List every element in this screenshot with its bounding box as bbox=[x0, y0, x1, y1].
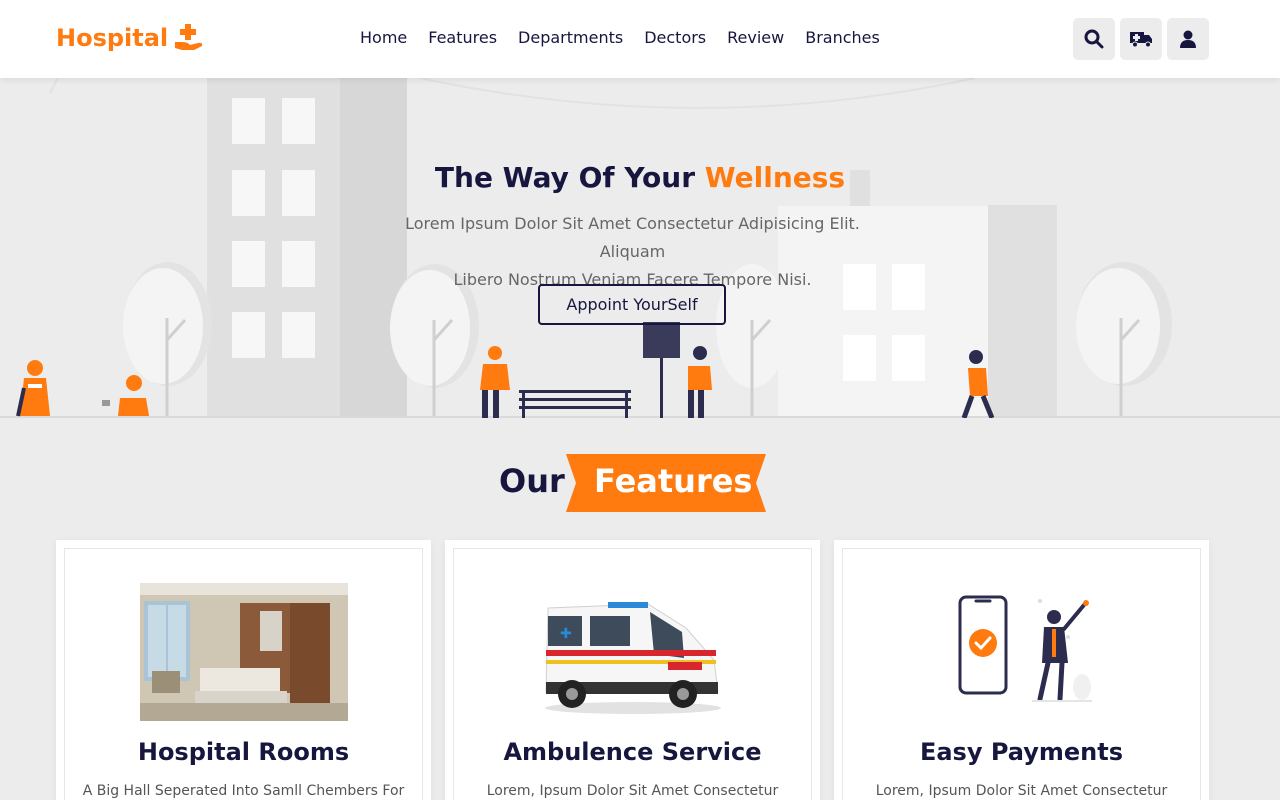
nav-departments[interactable]: Departments bbox=[518, 28, 623, 47]
hero-section: The Way Of Your Wellness Lorem Ipsum Dol… bbox=[0, 78, 1280, 418]
nav-home[interactable]: Home bbox=[360, 28, 407, 47]
hero-title-accent: Wellness bbox=[704, 161, 846, 194]
search-icon bbox=[1084, 29, 1104, 49]
features-tag: Features bbox=[566, 454, 766, 512]
ambulance-icon bbox=[1130, 32, 1152, 48]
hero-title: The Way Of Your Wellness bbox=[0, 161, 1280, 194]
logo[interactable]: Hospital bbox=[56, 24, 204, 52]
feature-card-payments: Easy Payments Lorem, Ipsum Dolor Sit Ame… bbox=[834, 540, 1209, 800]
card-title: Ambulence Service bbox=[503, 738, 762, 766]
svg-text:✚: ✚ bbox=[560, 626, 572, 642]
header: Hospital Home Features Departments Decto… bbox=[0, 0, 1280, 78]
appoint-button[interactable]: Appoint YourSelf bbox=[538, 284, 726, 325]
heading-our: Our bbox=[499, 462, 565, 500]
logo-text: Hospital bbox=[56, 24, 169, 52]
card-title: Hospital Rooms bbox=[137, 738, 350, 766]
user-icon bbox=[1180, 30, 1196, 48]
nav-doctors[interactable]: Dectors bbox=[644, 28, 706, 47]
search-button[interactable] bbox=[1073, 18, 1115, 60]
features-heading: Our Features bbox=[0, 454, 1280, 512]
nav-features[interactable]: Features bbox=[428, 28, 497, 47]
feature-card-ambulance: ✚ Ambulence Service Lorem, Ipsum Dolor S… bbox=[445, 540, 820, 800]
card-title: Easy Payments bbox=[919, 738, 1124, 766]
feature-card-rooms: Hospital Rooms A Big Hall Seperated Into… bbox=[56, 540, 431, 800]
hero-text-line-1: Lorem Ipsum Dolor Sit Amet Consectetur A… bbox=[405, 214, 860, 261]
hero-title-main: The Way Of Your bbox=[434, 161, 705, 194]
card-text: Lorem, Ipsum Dolor Sit Amet Consectetur bbox=[486, 783, 779, 799]
ambulance-button[interactable] bbox=[1120, 18, 1162, 60]
hospital-room-image bbox=[65, 577, 422, 727]
nav-review[interactable]: Review bbox=[727, 28, 784, 47]
main-nav: Home Features Departments Dectors Review… bbox=[360, 28, 880, 47]
card-text: Lorem, Ipsum Dolor Sit Amet Consectetur bbox=[875, 783, 1168, 799]
hand-plus-icon bbox=[175, 24, 203, 50]
nav-branches[interactable]: Branches bbox=[805, 28, 880, 47]
user-button[interactable] bbox=[1167, 18, 1209, 60]
payment-illustration bbox=[843, 577, 1200, 727]
hero-description: Lorem Ipsum Dolor Sit Amet Consectetur A… bbox=[370, 210, 895, 294]
heading-features: Features bbox=[594, 462, 753, 500]
ambulance-image: ✚ bbox=[454, 577, 811, 727]
card-text: A Big Hall Seperated Into Samll Chembers… bbox=[82, 783, 405, 799]
